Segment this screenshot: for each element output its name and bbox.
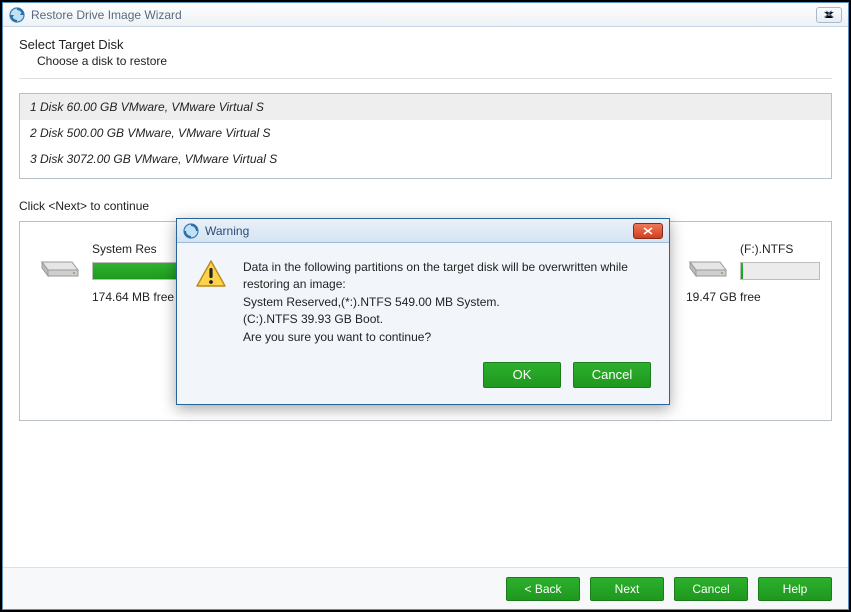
page-subheading: Choose a disk to restore [37, 54, 832, 68]
window-title: Restore Drive Image Wizard [31, 8, 810, 22]
app-icon [9, 7, 25, 23]
dialog-line: (C:).NTFS 39.93 GB Boot. [243, 311, 651, 328]
partition-free-text: 19.47 GB free [686, 290, 820, 304]
dialog-line: Data in the following partitions on the … [243, 259, 651, 294]
dialog-line: System Reserved,(*:).NTFS 549.00 MB Syst… [243, 294, 651, 311]
dialog-message: Data in the following partitions on the … [243, 259, 651, 346]
dialog-title: Warning [205, 224, 627, 238]
disk-list: 1 Disk 60.00 GB VMware, VMware Virtual S… [19, 93, 832, 179]
disk-row[interactable]: 2 Disk 500.00 GB VMware, VMware Virtual … [20, 120, 831, 146]
wizard-footer: < Back Next Cancel Help [3, 567, 848, 609]
partition-card: (F:).NTFS 19.47 GB free [686, 242, 820, 400]
dialog-body: Data in the following partitions on the … [177, 243, 669, 356]
dialog-titlebar: Warning [177, 219, 669, 243]
disk-row[interactable]: 3 Disk 3072.00 GB VMware, VMware Virtual… [20, 146, 831, 172]
disk-row[interactable]: 1 Disk 60.00 GB VMware, VMware Virtual S [20, 94, 831, 120]
warning-dialog: Warning Data in the following partitions… [176, 218, 670, 405]
warning-icon [195, 259, 227, 289]
app-icon [183, 223, 199, 239]
continue-hint: Click <Next> to continue [19, 199, 832, 213]
ok-button[interactable]: OK [483, 362, 561, 388]
next-button[interactable]: Next [590, 577, 664, 601]
page-heading: Select Target Disk [19, 37, 832, 52]
cancel-button[interactable]: Cancel [674, 577, 748, 601]
divider [19, 78, 832, 79]
dialog-close-button[interactable] [633, 223, 663, 239]
cancel-button[interactable]: Cancel [573, 362, 651, 388]
hdd-icon [38, 252, 82, 280]
back-button[interactable]: < Back [506, 577, 580, 601]
dialog-buttons: OK Cancel [177, 356, 669, 404]
hdd-icon [686, 252, 730, 280]
help-button[interactable]: Help [758, 577, 832, 601]
dialog-line: Are you sure you want to continue? [243, 329, 651, 346]
titlebar: Restore Drive Image Wizard ✕ [3, 3, 848, 27]
window-close-button[interactable]: ✕ [816, 7, 842, 23]
partition-name: (F:).NTFS [740, 242, 820, 256]
usage-bar [740, 262, 820, 280]
